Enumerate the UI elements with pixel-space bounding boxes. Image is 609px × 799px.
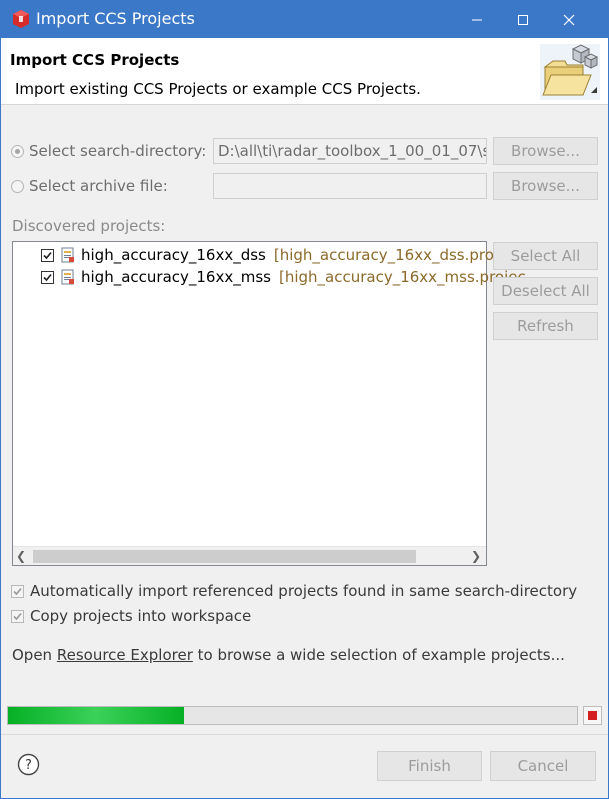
auto-import-option[interactable]: Automatically import referenced projects… — [11, 580, 577, 602]
refresh-button[interactable]: Refresh — [493, 312, 598, 340]
browse-directory-button[interactable]: Browse... — [493, 137, 598, 165]
browse-archive-button[interactable]: Browse... — [493, 172, 598, 200]
discovered-projects-label: Discovered projects: — [12, 217, 166, 235]
project-name: high_accuracy_16xx_dss — [81, 246, 266, 264]
maximize-button[interactable] — [500, 1, 546, 38]
list-item[interactable]: high_accuracy_16xx_mss [high_accuracy_16… — [41, 266, 526, 288]
page-description: Import existing CCS Projects or example … — [15, 80, 421, 98]
help-icon[interactable]: ? — [17, 753, 40, 776]
radio-unselected-icon — [11, 179, 24, 193]
list-item[interactable]: high_accuracy_16xx_dss [high_accuracy_16… — [41, 244, 516, 266]
checkmark-icon — [43, 251, 52, 259]
project-checkbox[interactable] — [41, 248, 54, 262]
auto-import-checkbox[interactable] — [11, 584, 24, 598]
auto-import-label: Automatically import referenced projects… — [30, 582, 578, 600]
stop-button[interactable] — [583, 706, 602, 725]
finish-button[interactable]: Finish — [377, 751, 482, 781]
import-folder-icon — [540, 44, 600, 100]
resource-explorer-link[interactable]: Resource Explorer — [57, 646, 193, 664]
search-directory-radio[interactable]: Select search-directory: — [11, 139, 206, 163]
copy-projects-option[interactable]: Copy projects into workspace — [11, 605, 251, 627]
info-prefix: Open — [12, 646, 57, 664]
title-bar[interactable]: Import CCS Projects — [1, 1, 608, 38]
horizontal-scrollbar[interactable]: ❮ ❯ — [13, 546, 486, 565]
select-all-button[interactable]: Select All — [493, 242, 598, 270]
deselect-all-button[interactable]: Deselect All — [493, 277, 598, 305]
scrollbar-thumb[interactable] — [33, 550, 416, 563]
resource-explorer-info: Open Resource Explorer to browse a wide … — [12, 646, 565, 664]
search-directory-label: Select search-directory: — [29, 142, 207, 160]
projects-list[interactable]: high_accuracy_16xx_dss [high_accuracy_16… — [12, 241, 526, 566]
page-title: Import CCS Projects — [10, 51, 180, 69]
scroll-left-icon[interactable]: ❮ — [16, 549, 26, 563]
wizard-header: Import CCS Projects Import existing CCS … — [1, 38, 608, 105]
stop-icon — [588, 711, 597, 720]
svg-text:?: ? — [25, 758, 32, 773]
checkmark-icon — [13, 612, 22, 620]
scroll-right-icon[interactable]: ❯ — [471, 549, 481, 563]
window-title: Import CCS Projects — [36, 9, 195, 28]
progress-bar — [7, 706, 578, 725]
project-checkbox[interactable] — [41, 270, 54, 284]
archive-file-field[interactable] — [213, 173, 487, 199]
project-path: [high_accuracy_16xx_dss.projec — [273, 246, 516, 264]
ccs-app-icon — [13, 10, 29, 28]
minimize-icon — [472, 19, 482, 20]
radio-selected-icon — [11, 144, 24, 158]
checkmark-icon — [43, 273, 52, 281]
ccs-project-icon — [61, 247, 74, 263]
footer-divider — [1, 734, 608, 735]
ccs-project-icon — [61, 269, 74, 285]
project-name: high_accuracy_16xx_mss — [81, 268, 271, 286]
search-directory-field[interactable]: D:\all\ti\radar_toolbox_1_00_01_07\s — [213, 138, 487, 164]
cancel-button[interactable]: Cancel — [490, 751, 596, 781]
copy-projects-label: Copy projects into workspace — [30, 607, 252, 625]
copy-projects-checkbox[interactable] — [11, 609, 24, 623]
close-button[interactable] — [546, 1, 592, 38]
progress-fill — [8, 707, 185, 724]
minimize-button[interactable] — [454, 1, 500, 38]
checkmark-icon — [13, 587, 22, 595]
close-icon — [563, 14, 575, 25]
import-dialog: Import CCS Projects Import CCS Projects … — [0, 0, 609, 799]
maximize-icon — [518, 14, 528, 25]
archive-file-radio[interactable]: Select archive file: — [11, 174, 168, 198]
info-suffix: to browse a wide selection of example pr… — [192, 646, 565, 664]
archive-file-label: Select archive file: — [29, 177, 168, 195]
project-path: [high_accuracy_16xx_mss.projec — [278, 268, 526, 286]
